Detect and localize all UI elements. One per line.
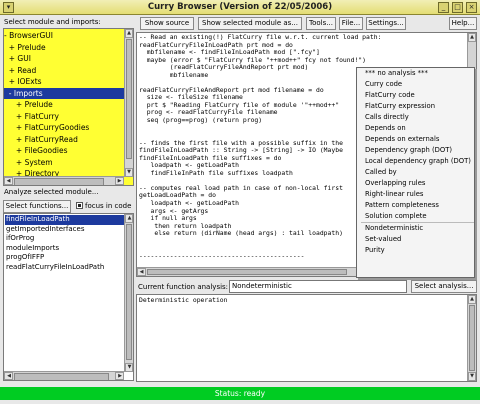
analysis-menu-item[interactable]: Set-valued xyxy=(361,234,474,245)
status-bar: Status: ready xyxy=(0,387,480,400)
analysis-result-text: Deterministic operation xyxy=(139,296,228,304)
close-icon[interactable]: × xyxy=(466,2,477,13)
show-selected-module-button[interactable]: Show selected module as... xyxy=(198,17,302,30)
analysis-menu-item[interactable]: Depends on externals xyxy=(361,134,474,145)
current-analysis-field[interactable]: Nondeterministic xyxy=(229,280,407,293)
analysis-menu-item[interactable]: Curry code xyxy=(361,79,474,90)
focus-in-code-checkbox[interactable]: focus in code xyxy=(76,202,131,210)
module-tree-item[interactable]: + Prelude xyxy=(4,99,124,111)
function-list-item[interactable]: findFileInLoadPath xyxy=(5,215,124,225)
maximize-icon[interactable]: □ xyxy=(452,2,463,13)
module-tree-item[interactable]: + FlatCurryRead xyxy=(4,134,124,146)
current-analysis-label: Current function analysis: xyxy=(138,283,229,291)
functions-list[interactable]: findFileInLoadPath getImportedInterfaces i… xyxy=(3,213,134,381)
analysis-menu-item[interactable]: Nondeterministic xyxy=(361,223,474,234)
window-title: Curry Browser (Version of 22/05/2006) xyxy=(147,2,333,12)
result-vscroll[interactable]: ▲ ▼ xyxy=(467,295,476,381)
function-list-item[interactable]: ifOrProg xyxy=(5,234,124,244)
tools-menu-button[interactable]: Tools... xyxy=(306,17,336,30)
module-tree-item[interactable]: + IOExts xyxy=(4,76,124,88)
module-tree-item[interactable]: + GUI xyxy=(4,53,124,65)
analysis-menu-item[interactable]: Purity xyxy=(361,245,474,256)
module-tree-item[interactable]: - Imports xyxy=(4,87,124,99)
module-tree-vscroll[interactable]: ▲ ▼ xyxy=(124,29,133,177)
analysis-result-view[interactable]: Deterministic operation ▲ ▼ xyxy=(136,294,477,382)
module-tree-hscroll[interactable]: ◀ ▶ xyxy=(4,176,124,185)
module-tree-item[interactable]: + FlatCurry xyxy=(4,111,124,123)
select-analysis-button[interactable]: Select analysis... xyxy=(411,280,477,293)
analysis-menu-item[interactable]: FlatCurry code xyxy=(361,90,474,101)
analyze-module-label[interactable]: Analyze selected module... xyxy=(4,188,99,196)
minimize-icon[interactable]: _ xyxy=(438,2,449,13)
show-source-button[interactable]: Show source xyxy=(140,17,194,30)
analysis-menu-item[interactable]: FlatCurry expression xyxy=(361,101,474,112)
select-module-label: Select module and imports: xyxy=(4,18,101,26)
analysis-menu-item[interactable]: *** no analysis *** xyxy=(361,68,474,79)
title-bar: ▾ Curry Browser (Version of 22/05/2006) … xyxy=(0,0,480,15)
module-tree-item[interactable]: + System xyxy=(4,157,124,169)
analysis-menu-item[interactable]: Overlapping rules xyxy=(361,178,474,189)
analysis-menu-item[interactable]: Right-linear rules xyxy=(361,189,474,200)
module-tree-item[interactable]: + FileGoodies xyxy=(4,145,124,157)
settings-menu-button[interactable]: Settings... xyxy=(366,17,406,30)
module-tree-item[interactable]: - BrowserGUI xyxy=(4,30,124,42)
analysis-menu-item[interactable]: Called by xyxy=(361,167,474,178)
function-list-item[interactable]: getImportedInterfaces xyxy=(5,225,124,235)
help-menu-button[interactable]: Help... xyxy=(449,17,477,30)
file-menu-button[interactable]: File... xyxy=(339,17,363,30)
focus-checkbox-box[interactable] xyxy=(76,202,83,209)
module-tree[interactable]: - BrowserGUI + Prelude + GUI + Read + IO… xyxy=(3,28,134,186)
functions-hscroll[interactable]: ◀ ▶ xyxy=(4,371,124,380)
analysis-menu-item[interactable]: Solution complete xyxy=(361,211,474,222)
select-functions-button[interactable]: Select functions... xyxy=(3,200,71,213)
analysis-menu-item[interactable]: Dependency graph (DOT) xyxy=(361,145,474,156)
function-list-item[interactable]: moduleImports xyxy=(5,244,124,254)
module-tree-item[interactable]: + Read xyxy=(4,65,124,77)
module-tree-item[interactable]: + FlatCurryGoodies xyxy=(4,122,124,134)
module-tree-item[interactable]: + Prelude xyxy=(4,42,124,54)
analysis-menu-item[interactable]: Calls directly xyxy=(361,112,474,123)
analysis-menu-item[interactable]: Pattern completeness xyxy=(361,200,474,211)
analysis-menu[interactable]: *** no analysis *** Curry code FlatCurry c… xyxy=(356,67,475,278)
functions-vscroll[interactable]: ▲ ▼ xyxy=(124,214,133,372)
analysis-menu-item[interactable]: Local dependency graph (DOT) xyxy=(361,156,474,167)
function-list-item[interactable]: readFlatCurryFileInLoadPath xyxy=(5,263,124,273)
analysis-menu-item[interactable]: Depends on xyxy=(361,123,474,134)
function-list-item[interactable]: progOfIFFP xyxy=(5,253,124,263)
